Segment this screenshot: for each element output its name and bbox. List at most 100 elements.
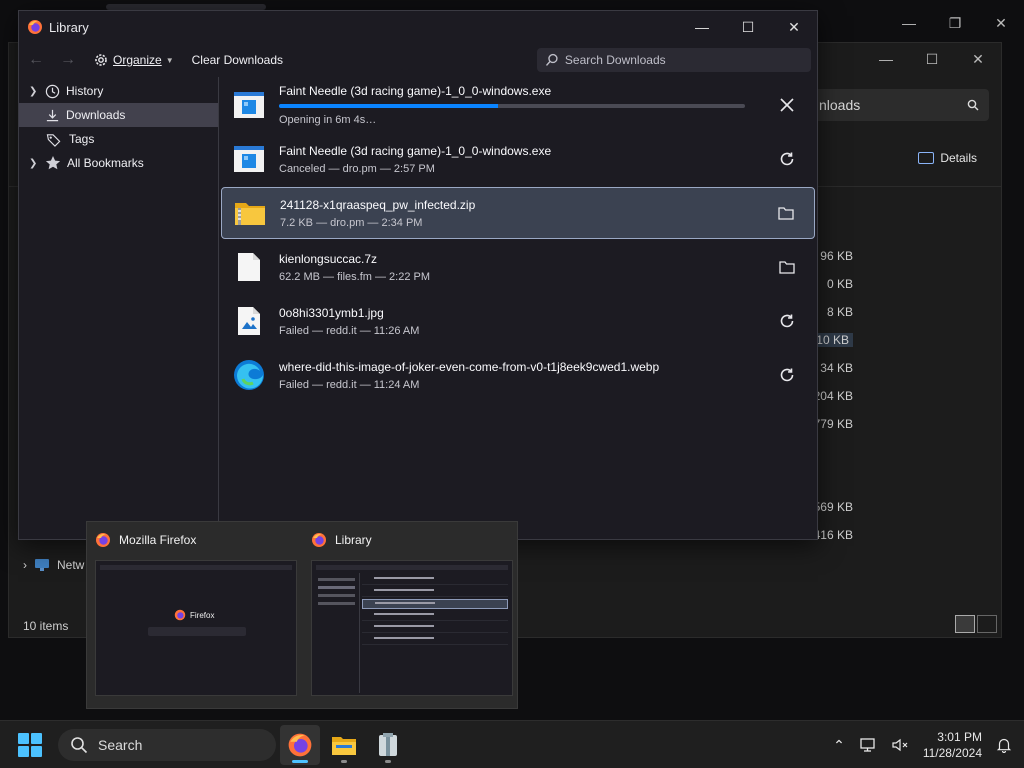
minimize-icon[interactable]: — xyxy=(679,11,725,43)
taskbar-thumbnail-popup: Mozilla Firefox Firefox Library xyxy=(86,521,518,709)
details-view-icon[interactable] xyxy=(955,615,975,633)
show-in-folder-button[interactable] xyxy=(766,193,806,233)
retry-download-button[interactable] xyxy=(767,139,807,179)
installer-icon xyxy=(233,143,265,175)
taskbar-app-archive[interactable] xyxy=(368,725,408,765)
star-icon xyxy=(45,156,61,170)
thumbnail-preview: Firefox xyxy=(95,560,297,696)
search-downloads-field[interactable] xyxy=(537,48,811,72)
download-filename: Faint Needle (3d racing game)-1_0_0-wind… xyxy=(279,143,552,158)
system-clock[interactable]: 3:01 PM 11/28/2024 xyxy=(923,729,982,761)
library-window-controls: — ☐ ✕ xyxy=(679,11,817,43)
search-icon xyxy=(545,53,558,66)
chevron-right-icon[interactable]: ❯ xyxy=(29,86,39,97)
organize-label: Organize xyxy=(113,53,162,67)
close-icon[interactable]: ✕ xyxy=(978,8,1024,38)
start-button[interactable] xyxy=(18,733,42,757)
file-size: 0 KB xyxy=(826,277,853,291)
download-filename: Faint Needle (3d racing game)-1_0_0-wind… xyxy=(279,84,552,98)
download-status: Failed — redd.it — 11:26 AM xyxy=(279,324,420,337)
clock-date: 11/28/2024 xyxy=(922,746,982,760)
tag-icon xyxy=(46,133,61,147)
show-in-folder-button[interactable] xyxy=(767,247,807,287)
cancel-download-button[interactable] xyxy=(767,85,807,125)
taskbar-search-box[interactable]: Search xyxy=(58,729,276,761)
firefox-icon xyxy=(312,533,326,547)
search-downloads-input[interactable] xyxy=(564,53,803,67)
clock-icon xyxy=(45,84,60,98)
minimize-icon[interactable]: — xyxy=(863,43,909,75)
taskbar-search-label: Search xyxy=(98,737,143,753)
minimize-icon[interactable]: — xyxy=(886,8,932,38)
chevron-up-icon[interactable]: ⌃ xyxy=(833,737,845,754)
tiles-view-icon[interactable] xyxy=(977,615,997,633)
installer-icon xyxy=(233,89,265,121)
network-status-icon[interactable] xyxy=(859,737,877,753)
download-item-selected[interactable]: 241128-x1qraaspeq_pw_infected.zip 7.2 KB… xyxy=(221,187,815,239)
folder-icon xyxy=(779,261,795,274)
library-toolbar: ← → Organize ▼ Clear Downloads xyxy=(19,43,817,77)
volume-muted-icon[interactable] xyxy=(891,737,909,753)
download-item[interactable]: 0o8hi3301ymb1.jpg Failed — redd.it — 11:… xyxy=(221,295,815,347)
library-titlebar: Library — ☐ ✕ xyxy=(19,11,817,43)
sidebar-item-history[interactable]: ❯ History xyxy=(19,79,218,103)
file-size: 416 KB xyxy=(813,528,853,542)
explorer-search-text: nloads xyxy=(819,97,861,113)
sidebar-item-tags[interactable]: Tags xyxy=(19,127,218,151)
file-size: 8 KB xyxy=(826,305,853,319)
firefox-icon xyxy=(28,20,42,34)
back-arrow-icon[interactable]: ← xyxy=(25,51,47,69)
firefox-icon xyxy=(96,533,110,547)
close-icon[interactable]: ✕ xyxy=(771,11,817,43)
library-title: Library xyxy=(49,19,89,35)
nav-item-network[interactable]: › Netw xyxy=(23,557,84,573)
download-status: Failed — redd.it — 11:24 AM xyxy=(279,378,420,391)
thumbnail-title: Mozilla Firefox xyxy=(119,533,197,547)
clear-downloads-button[interactable]: Clear Downloads xyxy=(188,53,287,67)
thumbnail-title: Library xyxy=(335,533,372,547)
download-progress-bar xyxy=(279,104,745,108)
retry-download-button[interactable] xyxy=(767,301,807,341)
search-icon xyxy=(71,737,88,754)
sidebar-item-label: All Bookmarks xyxy=(67,156,144,170)
sidebar-item-all-bookmarks[interactable]: ❯ All Bookmarks xyxy=(19,151,218,175)
image-file-icon xyxy=(233,305,265,337)
download-filename: where-did-this-image-of-joker-even-come-… xyxy=(279,359,660,374)
download-item[interactable]: where-did-this-image-of-joker-even-come-… xyxy=(221,349,815,401)
download-status: Canceled — dro.pm — 2:57 PM xyxy=(279,162,435,175)
forward-arrow-icon[interactable]: → xyxy=(57,51,79,69)
taskbar-app-file-explorer[interactable] xyxy=(324,725,364,765)
retry-icon xyxy=(780,368,794,382)
sidebar-item-downloads[interactable]: Downloads xyxy=(19,103,218,127)
organize-button[interactable]: Organize ▼ xyxy=(89,52,178,68)
library-sidebar: ❯ History Downloads Tags ❯ All Bookmarks xyxy=(19,77,219,539)
view-toggle xyxy=(955,615,997,633)
thumbnail-mozilla-firefox[interactable]: Mozilla Firefox Firefox xyxy=(95,530,297,700)
sidebar-item-label: Downloads xyxy=(66,108,126,122)
download-item[interactable]: Faint Needle (3d racing game)-1_0_0-wind… xyxy=(221,133,815,185)
file-icon xyxy=(233,251,265,283)
network-icon xyxy=(35,559,49,571)
maximize-icon[interactable]: ☐ xyxy=(909,43,955,75)
taskbar-app-firefox[interactable] xyxy=(280,725,320,765)
details-button[interactable]: Details xyxy=(918,151,977,165)
taskbar: Search ⌃ 3:01 PM 11/28/2024 xyxy=(0,720,1024,768)
bell-icon[interactable] xyxy=(996,737,1012,753)
folder-icon xyxy=(778,207,794,220)
close-icon[interactable]: ✕ xyxy=(955,43,1001,75)
restore-icon[interactable]: ❐ xyxy=(932,8,978,38)
chevron-right-icon[interactable]: ❯ xyxy=(29,158,39,169)
retry-icon xyxy=(780,314,794,328)
explorer-search-box[interactable]: nloads xyxy=(809,89,989,121)
download-item[interactable]: Faint Needle (3d racing game)-1_0_0-wind… xyxy=(221,77,815,133)
mini-firefox-brand: Firefox xyxy=(174,609,214,621)
maximize-icon[interactable]: ☐ xyxy=(725,11,771,43)
download-item[interactable]: kienlongsuccac.7z 62.2 MB — files.fm — 2… xyxy=(221,241,815,293)
download-icon xyxy=(46,109,59,121)
firefox-icon xyxy=(174,609,186,621)
thumbnail-library[interactable]: Library xyxy=(311,530,513,700)
download-filename: kienlongsuccac.7z xyxy=(279,251,378,266)
system-tray: ⌃ 3:01 PM 11/28/2024 xyxy=(833,721,1012,768)
mini-brand-label: Firefox xyxy=(190,610,215,620)
retry-download-button[interactable] xyxy=(767,355,807,395)
